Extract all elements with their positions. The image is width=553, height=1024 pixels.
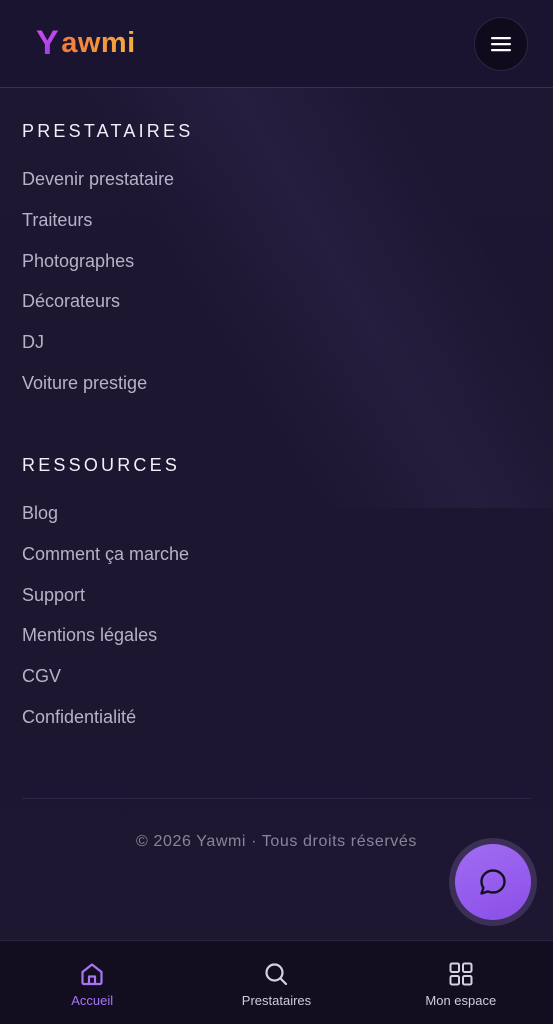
footer-link-mentions-legales[interactable]: Mentions légales <box>22 623 189 664</box>
footer-link-cgv[interactable]: CGV <box>22 664 189 705</box>
menu-button[interactable] <box>474 16 528 71</box>
logo-initial: Y <box>36 24 60 62</box>
nav-item-mon-espace[interactable]: Mon espace <box>369 941 553 1024</box>
link-list: Devenir prestataire Traiteurs Photograph… <box>22 167 193 412</box>
nav-item-prestataires[interactable]: Prestataires <box>184 941 368 1024</box>
footer-link-comment-ca-marche[interactable]: Comment ça marche <box>22 542 189 583</box>
footer-link-blog[interactable]: Blog <box>22 501 189 542</box>
top-header: Y awmi <box>0 0 553 88</box>
section-title: RESSOURCES <box>22 455 181 475</box>
footer-link-decorateurs[interactable]: Décorateurs <box>22 289 193 330</box>
yawmi-logo[interactable]: Y awmi <box>36 24 136 63</box>
footer-link-voiture-prestige[interactable]: Voiture prestige <box>22 371 193 412</box>
nav-label: Prestataires <box>241 993 312 1008</box>
chat-bubble-icon <box>480 869 506 895</box>
footer-link-dj[interactable]: DJ <box>22 330 193 371</box>
footer-link-devenir-prestataire[interactable]: Devenir prestataire <box>22 167 193 208</box>
section-title: PRESTATAIRES <box>22 121 194 141</box>
chat-button-inner <box>455 844 531 920</box>
nav-item-accueil[interactable]: Accueil <box>0 941 184 1024</box>
link-list: Blog Comment ça marche Support Mentions … <box>22 501 189 746</box>
nav-label: Accueil <box>71 993 114 1008</box>
home-icon <box>81 963 103 986</box>
footer-link-support[interactable]: Support <box>22 583 189 624</box>
footer-link-confidentialite[interactable]: Confidentialité <box>22 705 189 746</box>
dashboard-grid-icon <box>449 962 473 986</box>
search-icon <box>265 963 288 986</box>
bottom-navigation: Accueil Prestataires Mon espace <box>0 940 553 1024</box>
footer-link-photographes[interactable]: Photographes <box>22 249 193 290</box>
section-prestataires: PRESTATAIRES Devenir prestataire Traiteu… <box>22 121 193 412</box>
section-ressources: RESSOURCES Blog Comment ça marche Suppor… <box>22 455 189 746</box>
logo-text: awmi <box>61 27 136 59</box>
footer-link-traiteurs[interactable]: Traiteurs <box>22 208 193 249</box>
page: Y awmi PRESTATAIRES Devenir prestataire … <box>0 0 553 1024</box>
hamburger-icon <box>491 36 511 51</box>
chat-button[interactable] <box>449 838 537 926</box>
nav-label: Mon espace <box>425 993 497 1008</box>
footer-divider <box>22 798 531 799</box>
